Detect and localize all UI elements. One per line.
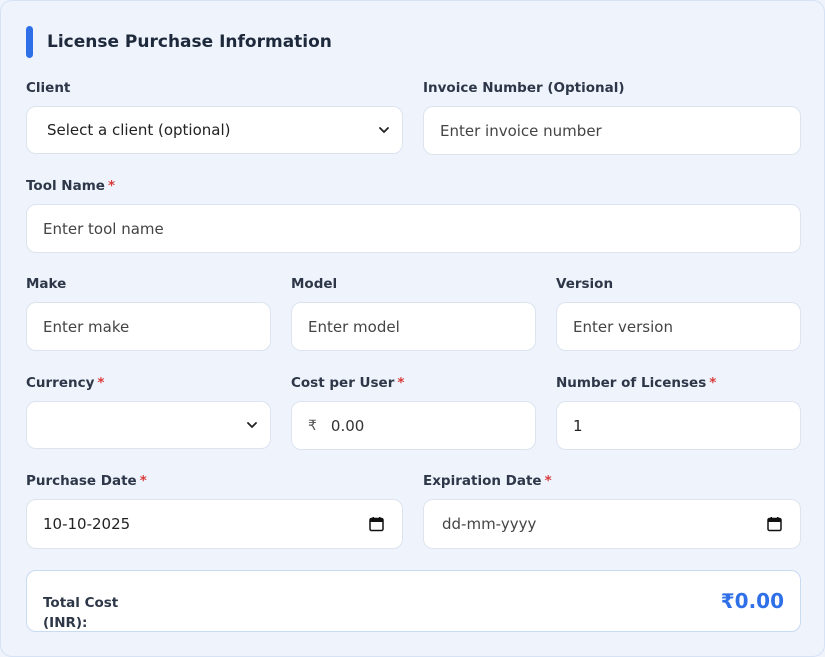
calendar-icon[interactable] [767, 517, 782, 532]
section-title: License Purchase Information [47, 32, 332, 52]
chevron-down-icon [379, 127, 389, 133]
tool-name-input[interactable]: Enter tool name [26, 204, 801, 253]
client-label: Client [26, 80, 71, 96]
purchase-date-label: Purchase Date * [26, 473, 147, 489]
version-label: Version [556, 276, 614, 292]
section-header: License Purchase Information [26, 26, 332, 58]
invoice-label: Invoice Number (Optional) [423, 80, 625, 96]
invoice-number-input[interactable]: Enter invoice number [423, 106, 801, 155]
expiration-date-label: Expiration Date * [423, 473, 552, 489]
cost-per-user-label: Cost per User * [291, 375, 405, 391]
expiration-date-input[interactable]: dd-mm-yyyy [423, 499, 801, 549]
rupee-symbol: ₹ [308, 417, 317, 434]
cost-per-user-input[interactable]: ₹ 0.00 [291, 401, 536, 450]
purchase-date-input[interactable]: 10-10-2025 [26, 499, 403, 549]
total-cost-box: Total Cost (INR): ₹0.00 [26, 570, 801, 632]
tool-name-label: Tool Name * [26, 178, 115, 194]
total-cost-value: ₹0.00 [720, 589, 784, 613]
model-input[interactable]: Enter model [291, 302, 536, 351]
make-input[interactable]: Enter make [26, 302, 271, 351]
section-accent-bar [26, 26, 33, 58]
model-label: Model [291, 276, 338, 292]
client-select[interactable]: Select a client (optional) [26, 106, 403, 154]
num-licenses-input[interactable]: 1 [556, 401, 801, 450]
license-purchase-panel: License Purchase Information Client Sele… [0, 0, 825, 657]
calendar-icon[interactable] [369, 517, 384, 532]
currency-select[interactable] [26, 401, 271, 449]
make-label: Make [26, 276, 67, 292]
chevron-down-icon [247, 422, 257, 428]
total-cost-label: Total Cost (INR): [43, 595, 119, 631]
currency-label: Currency * [26, 375, 105, 391]
num-licenses-label: Number of Licenses * [556, 375, 717, 391]
version-input[interactable]: Enter version [556, 302, 801, 351]
